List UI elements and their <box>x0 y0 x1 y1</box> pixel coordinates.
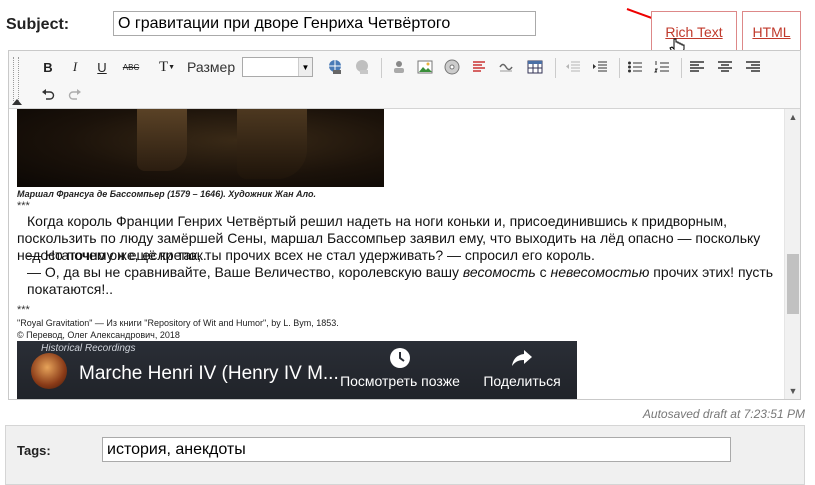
tags-panel: Tags: <box>5 425 805 485</box>
font-color-button[interactable]: T ▼ <box>152 56 182 78</box>
dialogue-text: с <box>535 264 551 280</box>
align-right-icon <box>746 61 760 72</box>
bullet-list-icon <box>628 61 642 73</box>
section-separator: *** <box>17 304 30 316</box>
source-credit: "Royal Gravitation" — Из книги "Reposito… <box>17 318 339 328</box>
cut-lines-icon <box>473 61 485 72</box>
scroll-up-icon[interactable]: ▲ <box>785 109 801 125</box>
insert-table-button[interactable] <box>524 56 546 78</box>
scroll-down-icon[interactable]: ▼ <box>785 383 801 399</box>
tab-rich-text[interactable]: Rich Text <box>651 11 737 51</box>
insert-image-button[interactable] <box>414 56 436 78</box>
image-detail <box>237 109 307 179</box>
dialogue-emphasis: весомость <box>462 264 536 280</box>
video-channel-name: Historical Recordings <box>41 343 136 354</box>
toolbar-separator <box>555 58 556 78</box>
insert-link-button[interactable] <box>324 56 346 78</box>
numbered-list-icon <box>654 61 669 73</box>
undo-icon <box>42 89 55 100</box>
translation-credit: © Перевод, Олег Александрович, 2018 <box>17 330 180 340</box>
insert-media-button[interactable] <box>441 56 463 78</box>
lj-embed-button[interactable] <box>495 56 517 78</box>
tags-label: Tags: <box>17 443 51 458</box>
tags-input[interactable] <box>102 437 731 462</box>
toolbar-grip-handle[interactable] <box>13 57 19 101</box>
image-caption: Маршал Франсуа де Бассомпьер (1579 – 164… <box>17 189 317 199</box>
redo-icon <box>68 89 81 100</box>
bold-button[interactable]: B <box>37 56 59 78</box>
align-center-button[interactable] <box>714 56 736 78</box>
embedded-youtube-video[interactable]: Historical Recordings Marche Henri IV (H… <box>17 341 577 399</box>
dialogue-line: — Но почему же, если так, ты прочих всех… <box>27 247 595 263</box>
toolbar-separator <box>681 58 682 78</box>
embed-wave-icon <box>499 63 513 72</box>
image-detail <box>137 109 187 171</box>
clock-icon <box>390 348 410 368</box>
chevron-down-icon: ▼ <box>168 63 176 71</box>
strikethrough-button[interactable]: ABC <box>120 56 142 78</box>
editor-content[interactable]: Маршал Франсуа де Бассомпьер (1579 – 164… <box>9 109 784 399</box>
subject-label: Subject: <box>6 16 70 33</box>
watch-later-button[interactable]: Посмотреть позже <box>335 347 465 389</box>
portrait-image <box>17 109 384 187</box>
align-left-icon <box>690 61 704 72</box>
chevron-down-icon: ▼ <box>298 58 312 76</box>
share-label: Поделиться <box>483 373 561 389</box>
editor-toolbar: B I U ABC T ▼ Размер ▼ <box>9 51 800 109</box>
user-head-icon <box>394 61 404 73</box>
link-globe-icon <box>329 60 341 74</box>
dialogue-emphasis: невесомостью <box>550 264 650 280</box>
indent-button[interactable] <box>589 56 611 78</box>
outdent-button[interactable] <box>562 56 584 78</box>
align-left-button[interactable] <box>686 56 708 78</box>
font-color-icon: T <box>158 58 169 75</box>
underline-button[interactable]: U <box>91 56 113 78</box>
bulleted-list-button[interactable] <box>624 56 646 78</box>
align-right-button[interactable] <box>742 56 764 78</box>
indent-icon <box>593 61 607 72</box>
section-separator: *** <box>17 200 30 212</box>
story-paragraph: — Но почему же, если так, ты прочих всех… <box>17 247 777 264</box>
share-button[interactable]: Поделиться <box>462 347 577 389</box>
unlink-globe-icon <box>356 60 368 74</box>
outdent-icon <box>566 61 580 72</box>
toolbar-separator <box>381 58 382 78</box>
dialogue-text: — О, да вы не сравнивайте, Ваше Величест… <box>27 264 463 280</box>
watch-later-label: Посмотреть позже <box>340 373 460 389</box>
numbered-list-button[interactable] <box>651 56 673 78</box>
scrollbar-thumb[interactable] <box>787 254 799 314</box>
undo-button[interactable] <box>37 84 59 106</box>
redo-button[interactable] <box>64 84 86 106</box>
video-title[interactable]: Marche Henri IV (Henry IV M... <box>79 363 339 385</box>
editor-scrollbar[interactable]: ▲ ▼ <box>784 109 800 399</box>
lj-cut-button[interactable] <box>468 56 490 78</box>
channel-avatar[interactable] <box>31 353 67 389</box>
autosave-status: Autosaved draft at 7:23:51 PM <box>642 407 805 421</box>
size-label: Размер <box>187 59 236 75</box>
collapse-toolbar-icon[interactable] <box>12 99 22 105</box>
toolbar-separator <box>619 58 620 78</box>
tab-html[interactable]: HTML <box>742 11 801 51</box>
insert-lj-user-button[interactable] <box>388 56 410 78</box>
image-icon <box>417 60 433 74</box>
share-arrow-icon <box>512 350 532 366</box>
font-size-select[interactable]: ▼ <box>242 57 313 77</box>
rich-text-editor: B I U ABC T ▼ Размер ▼ Маршал Франсуа де… <box>8 50 801 400</box>
subject-input[interactable] <box>113 11 536 36</box>
story-paragraph: — О, да вы не сравнивайте, Ваше Величест… <box>17 264 777 298</box>
media-disc-icon <box>444 59 460 75</box>
table-icon <box>527 60 543 74</box>
italic-button[interactable]: I <box>64 56 86 78</box>
align-center-icon <box>718 61 732 72</box>
remove-link-button[interactable] <box>351 56 373 78</box>
